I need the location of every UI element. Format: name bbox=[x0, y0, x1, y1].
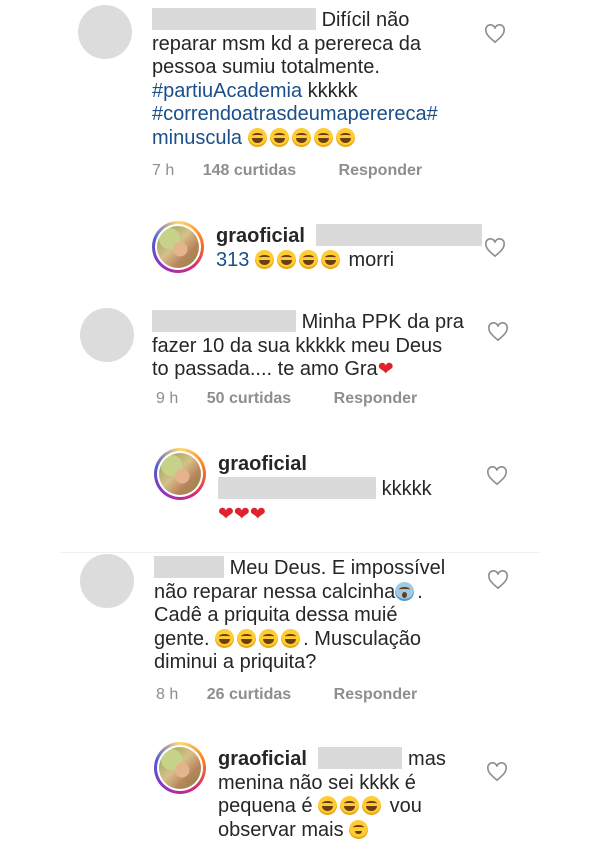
comment-body: Minha PPK da pra fazer 10 da sua kkkkk m… bbox=[152, 310, 464, 382]
redacted-text bbox=[318, 747, 403, 769]
heart-outline-icon[interactable] bbox=[486, 762, 508, 782]
heart-outline-icon[interactable] bbox=[484, 24, 506, 44]
timestamp: 8 h bbox=[156, 686, 179, 703]
likes-count[interactable]: 50 curtidas bbox=[207, 390, 291, 407]
comment-body: graoficial kkkkk ❤❤❤ bbox=[218, 452, 432, 527]
comment-text: kkkkk bbox=[307, 79, 358, 102]
comment-text: kkkkk bbox=[381, 478, 432, 500]
redacted-text bbox=[218, 477, 376, 499]
comment-text: pessoa sumiu totalmente. bbox=[152, 56, 380, 78]
laughing-emoji-icon bbox=[269, 127, 289, 147]
comment-text: reparar msm kd a perereca da bbox=[152, 32, 422, 55]
heart-outline-icon[interactable] bbox=[487, 570, 509, 590]
comment-text: Cadê a priquita dessa muié bbox=[154, 604, 398, 626]
laughing-emoji-icon bbox=[247, 127, 267, 147]
comment-text: gente. bbox=[154, 627, 210, 650]
timestamp: 7 h bbox=[152, 162, 175, 179]
comment-text: vou bbox=[389, 795, 422, 817]
hashtag-link[interactable]: #partiuAcademia bbox=[152, 80, 302, 102]
comment-text: observar mais bbox=[218, 818, 344, 841]
laughing-emoji-icon bbox=[276, 249, 296, 269]
winking-emoji-icon bbox=[349, 819, 369, 839]
avatar[interactable] bbox=[152, 221, 204, 273]
heart-emoji-icon: ❤ bbox=[377, 359, 394, 380]
comment-text: . Musculação bbox=[303, 627, 422, 650]
laughing-emoji-icon bbox=[281, 628, 301, 648]
comment-text: . bbox=[417, 580, 423, 603]
mention-link[interactable]: 313 bbox=[216, 249, 249, 271]
redacted-username bbox=[152, 8, 316, 30]
comment-text: Minha PPK da pra bbox=[301, 311, 464, 333]
comment-text: não reparar nessa calcinha bbox=[154, 580, 396, 603]
avatar[interactable] bbox=[80, 554, 134, 608]
likes-count[interactable]: 26 curtidas bbox=[207, 686, 291, 703]
comment-text: Difícil não bbox=[321, 9, 410, 31]
comments-screen: { "comments": [ { "line1_text": "Difícil… bbox=[0, 0, 600, 847]
comment-text: to passada.... te amo Gra bbox=[152, 358, 378, 380]
comment-text: diminui a priquita? bbox=[154, 651, 317, 673]
redacted-username bbox=[152, 310, 296, 332]
laughing-emoji-icon bbox=[340, 796, 360, 815]
username-link[interactable]: graoficial bbox=[218, 453, 307, 475]
laughing-emoji-icon bbox=[362, 796, 382, 815]
comment-text: Meu Deus. E impossível bbox=[229, 557, 446, 579]
divider bbox=[60, 552, 540, 553]
reply-button[interactable]: Responder bbox=[334, 686, 418, 703]
comment-body: graoficial mas menina não sei kkkk é peq… bbox=[218, 747, 446, 842]
laughing-emoji-icon bbox=[313, 127, 333, 147]
hashtag-link[interactable]: #correndoatrasdeumaperereca# bbox=[152, 103, 438, 125]
comment-meta: 9 h 50 curtidas Responder bbox=[156, 390, 417, 408]
reply-button[interactable]: Responder bbox=[334, 390, 418, 407]
redacted-username bbox=[154, 556, 224, 578]
laughing-emoji-icon bbox=[298, 249, 318, 269]
comment-meta: 7 h 148 curtidas Responder bbox=[152, 162, 422, 180]
avatar[interactable] bbox=[80, 308, 134, 362]
comment-text: mas bbox=[408, 748, 446, 770]
laughing-emoji-icon bbox=[215, 628, 235, 648]
comment-body: Difícil não reparar msm kd a perereca da… bbox=[152, 8, 438, 150]
hashtag-link[interactable]: minuscula bbox=[152, 127, 242, 149]
laughing-emoji-icon bbox=[318, 796, 338, 815]
comment-meta: 8 h 26 curtidas Responder bbox=[156, 686, 417, 704]
redacted-text bbox=[316, 224, 483, 246]
likes-count[interactable]: 148 curtidas bbox=[203, 162, 296, 179]
heart-outline-icon[interactable] bbox=[487, 322, 509, 342]
comment-text: fazer 10 da sua kkkkk meu Deus bbox=[152, 334, 443, 357]
laughing-emoji-icon bbox=[254, 249, 274, 269]
username-link[interactable]: graoficial bbox=[218, 748, 307, 770]
comment-body: Meu Deus. E impossível não reparar nessa… bbox=[154, 556, 445, 675]
avatar[interactable] bbox=[154, 448, 206, 500]
avatar[interactable] bbox=[154, 742, 206, 794]
username-link[interactable]: graoficial bbox=[216, 225, 305, 247]
reply-button[interactable]: Responder bbox=[339, 162, 423, 179]
comment-text: menina não sei kkkk é bbox=[218, 771, 416, 794]
comment-text: pequena é bbox=[218, 795, 313, 817]
laughing-emoji-icon bbox=[335, 127, 355, 147]
heart-outline-icon[interactable] bbox=[486, 466, 508, 486]
laughing-emoji-icon bbox=[320, 249, 340, 269]
screaming-emoji-icon bbox=[395, 581, 415, 601]
comment-text: morri bbox=[348, 248, 395, 271]
laughing-emoji-icon bbox=[237, 628, 257, 648]
comment-body: graoficial 313 morri bbox=[216, 224, 483, 272]
laughing-emoji-icon bbox=[259, 628, 279, 648]
avatar[interactable] bbox=[78, 5, 132, 59]
heart-emoji-icon: ❤❤❤ bbox=[218, 504, 266, 525]
timestamp: 9 h bbox=[156, 390, 179, 407]
heart-outline-icon[interactable] bbox=[484, 238, 506, 258]
laughing-emoji-icon bbox=[291, 127, 311, 147]
